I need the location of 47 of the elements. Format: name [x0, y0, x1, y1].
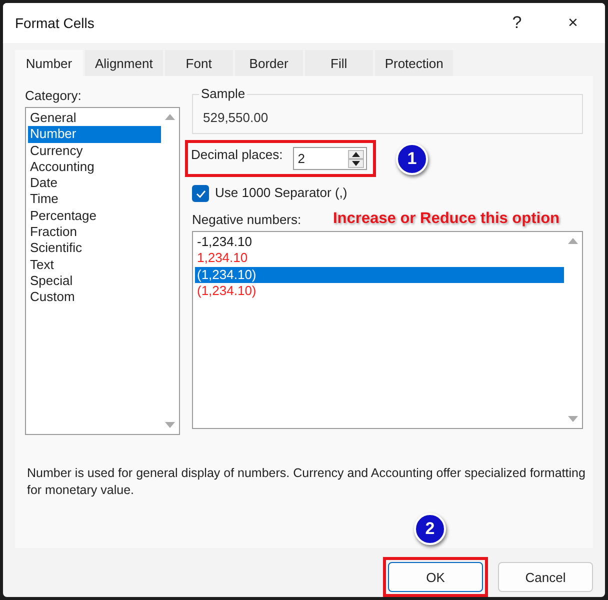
category-label: Category: [25, 88, 82, 103]
category-item[interactable]: Custom [28, 289, 161, 306]
separator-checkbox[interactable] [192, 185, 209, 202]
cancel-button[interactable]: Cancel [498, 562, 593, 592]
category-item[interactable]: Fraction [28, 224, 161, 240]
down-arrow-icon [352, 160, 360, 166]
category-item[interactable]: Percentage [28, 208, 161, 224]
category-item[interactable]: Date [28, 175, 161, 192]
scroll-up-icon[interactable] [568, 238, 578, 244]
negative-number-item[interactable]: (1,234.10) [195, 282, 564, 300]
negative-number-item[interactable]: 1,234.10 [195, 250, 564, 267]
increment-button[interactable] [348, 150, 364, 158]
window-title: Format Cells [15, 15, 96, 31]
category-item[interactable]: Accounting [28, 158, 161, 176]
separator-label: Use 1000 Separator (,) [215, 185, 348, 200]
annotation-text: Increase or Reduce this option [333, 210, 560, 228]
ok-button[interactable]: OK [388, 562, 483, 592]
negative-number-item[interactable]: (1,234.10) [195, 266, 564, 283]
sample-label: Sample [199, 86, 248, 101]
category-item[interactable]: Scientific [28, 240, 161, 257]
category-item[interactable]: Number [28, 126, 161, 143]
decimal-places-value: 2 [296, 151, 306, 166]
help-button[interactable]: ? [497, 7, 537, 39]
scroll-down-icon[interactable] [568, 416, 578, 422]
description-text: Number is used for general display of numbers. Currency and Accounting offer specialized formatting for monetary value. [27, 465, 586, 499]
decimal-places-spinner[interactable]: 2 [292, 147, 367, 170]
tab[interactable]: Protection [374, 50, 454, 76]
category-item[interactable]: General [28, 110, 161, 126]
negative-number-item[interactable]: -1,234.10 [195, 234, 564, 250]
tab[interactable]: Font [164, 50, 233, 76]
up-arrow-icon [352, 152, 360, 156]
decimal-places-label: Decimal places: [191, 147, 283, 162]
tab[interactable]: Number [15, 50, 83, 76]
category-item[interactable]: Text [28, 256, 161, 273]
close-button[interactable]: × [553, 7, 593, 39]
tab[interactable]: Border [234, 50, 303, 76]
category-item[interactable]: Currency [28, 142, 161, 159]
category-item[interactable]: Special [28, 272, 161, 290]
decrement-button[interactable] [348, 158, 364, 168]
sample-value: 529,550.00 [203, 110, 268, 125]
scroll-down-icon[interactable] [165, 422, 175, 428]
category-item[interactable]: Time [28, 191, 161, 208]
check-icon [196, 190, 206, 198]
negative-numbers-label: Negative numbers: [192, 212, 302, 227]
tab[interactable]: Alignment [85, 50, 163, 76]
tab[interactable]: Fill [304, 50, 373, 76]
scroll-up-icon[interactable] [165, 114, 175, 120]
